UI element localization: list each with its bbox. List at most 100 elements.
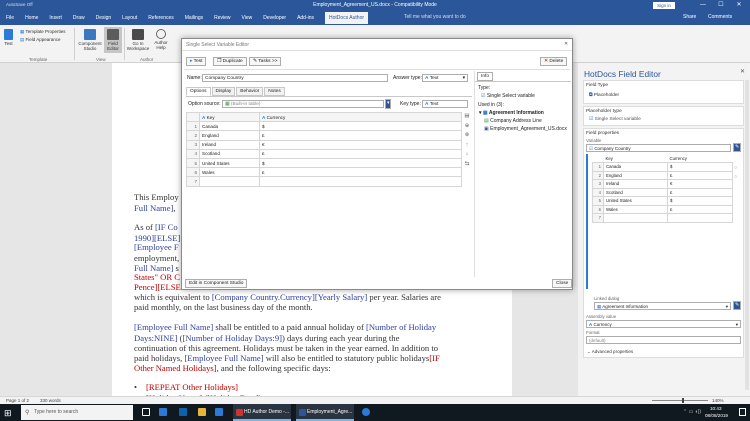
table-row[interactable]: 6 Wales £ (186, 167, 462, 178)
go-in-workspace-button[interactable]: Go In Workspace (126, 29, 150, 51)
table-row[interactable]: 3 Ireland € (592, 179, 733, 189)
currency-cell[interactable]: $ (667, 162, 733, 172)
ribbon-tab-review[interactable]: Review (214, 15, 230, 21)
windows-start-icon[interactable]: ⊞ (4, 408, 14, 418)
duplicate-button[interactable]: ❐ Duplicate (213, 57, 247, 66)
hotdocs-field[interactable]: [Employee Full Name] (134, 322, 213, 332)
currency-cell[interactable]: £ (667, 204, 733, 214)
advanced-properties-toggle[interactable]: ⌄ Advanced properties (587, 349, 633, 355)
answer-type-select[interactable]: A Text ▾ (422, 74, 468, 82)
currency-cell[interactable]: € (667, 179, 733, 189)
ribbon-tab-draw[interactable]: Draw (73, 15, 85, 21)
zoom-slider-handle[interactable] (682, 398, 684, 403)
ribbon-tab-file[interactable]: File (6, 15, 14, 21)
currency-cell[interactable]: £ (259, 148, 462, 159)
zoom-level[interactable]: 140% (712, 398, 724, 403)
field-type-option[interactable]: ⧉ Placeholder (589, 92, 619, 98)
hotdocs-field[interactable]: [IF Co (155, 222, 178, 232)
hotdocs-field[interactable]: Pence][ELSE (134, 282, 181, 292)
component-studio-button[interactable]: Component Studio (78, 29, 102, 51)
key-cell[interactable]: United States (603, 196, 668, 206)
tasks-button[interactable]: ✎ Tasks >> (249, 57, 282, 66)
hotdocs-field[interactable]: States" OR C (134, 272, 180, 282)
table-row[interactable]: 2 England £ (186, 130, 462, 141)
currency-cell[interactable] (259, 176, 462, 187)
info-tab[interactable]: Info (477, 72, 494, 81)
dialog-tab-display[interactable]: Display (211, 87, 236, 96)
table-row[interactable]: 5 United States $ (186, 157, 462, 169)
key-cell[interactable]: England (603, 170, 668, 180)
hotdocs-field[interactable]: Days:NINE] (134, 333, 177, 343)
key-cell[interactable]: Scotland (199, 148, 260, 159)
delete-row-icon[interactable]: ⊗ (463, 131, 471, 141)
clock-time[interactable]: 10:43 (710, 406, 722, 411)
dialog-tab-behavior[interactable]: Behavior (236, 87, 264, 96)
word-count[interactable]: 330 words (40, 398, 61, 403)
name-input[interactable]: Company Country (202, 74, 388, 82)
option-source-browse-button[interactable]: ▾ (385, 99, 392, 109)
key-type-select[interactable]: A Text (422, 100, 468, 108)
ribbon-tab-home[interactable]: Home (25, 15, 38, 21)
table-row[interactable]: 7 (592, 213, 733, 223)
table-row[interactable]: 3 Ireland € (186, 139, 462, 150)
column-header-currency[interactable]: A Currency (259, 111, 462, 123)
used-in-item[interactable]: ▤ Company Address Line (479, 118, 569, 126)
currency-cell[interactable]: £ (667, 187, 733, 197)
hotdocs-field[interactable]: Other Named Holidays] (134, 363, 217, 373)
option-source-select[interactable]: ▦ (Built-in table) (222, 100, 384, 108)
system-tray-icons[interactable]: ⌃ ▭ ◖)) (683, 409, 701, 415)
radio-option-icon[interactable]: ○ (734, 164, 737, 173)
hotdocs-field[interactable]: [Company Country.Currency][Yearly Salary… (212, 292, 367, 302)
variable-select[interactable]: ☑ Company Country (586, 144, 731, 152)
minimize-button[interactable]: — (697, 1, 709, 10)
comments-button[interactable]: Comments (708, 14, 732, 20)
table-row[interactable]: 1 Canada $ (592, 162, 733, 172)
page-count[interactable]: Page 1 of 2 (6, 398, 29, 403)
key-cell[interactable]: Canada (199, 121, 260, 132)
used-in-item[interactable]: ▣ Employment_Agreement_US.docx (479, 126, 569, 134)
delete-button[interactable]: ✕ Delete (540, 57, 568, 66)
field-editor-button[interactable]: Field Editor (104, 27, 122, 53)
hotdocs-field[interactable]: [Employee F (134, 242, 179, 252)
dialog-tab-notes[interactable]: Notes (264, 87, 285, 96)
currency-cell[interactable] (667, 213, 733, 223)
key-cell[interactable] (199, 176, 260, 187)
key-cell[interactable]: Ireland (199, 139, 260, 150)
currency-cell[interactable]: $ (259, 121, 462, 132)
ribbon-tab-insert[interactable]: Insert (49, 15, 62, 21)
variable-edit-button[interactable]: ✎ (733, 143, 742, 152)
table-row[interactable]: 4 Scotland £ (592, 187, 733, 197)
close-icon[interactable]: ✕ (564, 41, 568, 47)
taskbar-search[interactable]: Type here to search (21, 405, 133, 420)
maximize-button[interactable]: ☐ (715, 1, 727, 10)
used-in-item[interactable]: ▾ ▦ Agreement Information (479, 110, 569, 118)
key-cell[interactable]: England (199, 130, 260, 141)
currency-cell[interactable]: £ (667, 170, 733, 180)
table-row[interactable]: 2 England £ (592, 170, 733, 180)
share-button[interactable]: Share (683, 14, 696, 20)
radio-option-icon[interactable]: ○ (734, 173, 737, 182)
ribbon-tab-layout[interactable]: Layout (122, 15, 137, 21)
ribbon-tab-mailings[interactable]: Mailings (185, 15, 203, 21)
ribbon-tab-hotdocs-author[interactable]: HotDocs Author (325, 12, 369, 24)
hotdocs-field[interactable]: [Number of Holiday (366, 322, 436, 332)
hotdocs-field[interactable]: Full Name] (134, 203, 173, 213)
sign-in-button[interactable]: Sign in (653, 2, 675, 9)
key-cell[interactable]: Ireland (603, 179, 668, 189)
hotdocs-field[interactable]: [REPEAT Other Holidays] (146, 382, 238, 392)
task-view-icon[interactable] (142, 408, 150, 416)
hotdocs-field[interactable]: [Employee Full Name] (184, 353, 263, 363)
key-cell[interactable]: Wales (199, 167, 260, 178)
move-up-icon[interactable]: ↑ (463, 141, 471, 151)
currency-cell[interactable]: $ (259, 157, 462, 169)
currency-cell[interactable]: £ (259, 167, 462, 178)
currency-cell[interactable]: € (259, 139, 462, 150)
tell-me-search[interactable]: Tell me what you want to do (404, 14, 466, 20)
ie-browser-icon[interactable] (362, 408, 370, 416)
field-appearance-button[interactable]: ▤ Field Appearance (20, 37, 61, 43)
import-icon[interactable]: ⇆ (463, 160, 471, 170)
ribbon-tab-view[interactable]: View (242, 15, 253, 21)
ribbon-tab-design[interactable]: Design (96, 15, 112, 21)
close-window-button[interactable]: ✕ (733, 1, 745, 10)
key-cell[interactable]: Scotland (603, 187, 668, 197)
